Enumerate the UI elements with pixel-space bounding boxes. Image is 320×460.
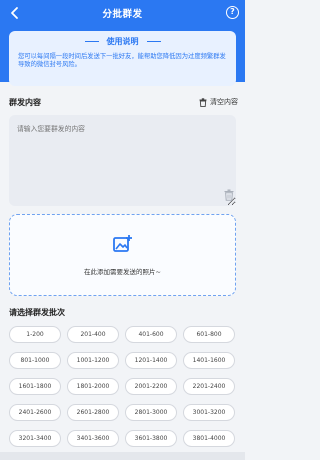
photo-upload-area[interactable]: 在此添加需要发送的照片~: [9, 214, 236, 296]
usage-notice-card: 使用说明 您可以每间隔一段时间后发送下一批好友，能帮助您降低因为过度频繁群发导致…: [9, 31, 236, 86]
batch-option-button[interactable]: 2601-2800: [67, 404, 119, 421]
help-question-icon[interactable]: ?: [226, 6, 239, 19]
image-add-icon: [113, 235, 132, 252]
clear-content-label: 清空内容: [210, 98, 238, 106]
clear-content-button[interactable]: 清空内容: [199, 97, 238, 107]
batch-section-label: 请选择群发批次: [9, 308, 65, 317]
notice-title-row: 使用说明: [18, 36, 227, 47]
batch-option-button[interactable]: 2001-2200: [125, 378, 177, 395]
batch-option-button[interactable]: 3401-3600: [67, 430, 119, 447]
batch-option-button[interactable]: 1801-2000: [67, 378, 119, 395]
content-textarea[interactable]: [9, 115, 236, 206]
batch-option-button[interactable]: 201-400: [67, 326, 119, 343]
batch-option-button[interactable]: 3001-3200: [183, 404, 235, 421]
trash-icon: [199, 97, 207, 107]
batch-option-button[interactable]: 601-800: [183, 326, 235, 343]
delete-content-icon[interactable]: [224, 189, 234, 201]
batch-option-button[interactable]: 1001-1200: [67, 352, 119, 369]
batch-option-button[interactable]: 3601-3800: [125, 430, 177, 447]
batch-option-button[interactable]: 801-1000: [9, 352, 61, 369]
content-section-label: 群发内容: [9, 98, 41, 107]
back-chevron-icon[interactable]: [8, 5, 22, 21]
batch-option-button[interactable]: 401-600: [125, 326, 177, 343]
batch-option-button[interactable]: 2401-2600: [9, 404, 61, 421]
batch-option-button[interactable]: 1401-1600: [183, 352, 235, 369]
page-title: 分批群发: [102, 9, 143, 20]
batch-options-grid: 1-200 201-400 401-600 601-800 801-1000 1001-1…: [9, 326, 238, 447]
title-dash-right: [146, 41, 161, 42]
batch-option-button[interactable]: 3801-4000: [183, 430, 235, 447]
notice-text: 您可以每间隔一段时间后发送下一批好友，能帮助您降低因为过度频繁群发导致的微信封号…: [18, 53, 226, 69]
batch-option-button[interactable]: 3201-3400: [9, 430, 61, 447]
title-dash-left: [84, 41, 99, 42]
batch-option-button[interactable]: 1201-1400: [125, 352, 177, 369]
notice-title: 使用说明: [106, 37, 139, 46]
bottom-bar: [0, 452, 245, 460]
upload-hint-text: 在此添加需要发送的照片~: [84, 268, 161, 276]
header-bar: 分批群发 ?: [0, 0, 245, 26]
batch-option-button[interactable]: 1601-1800: [9, 378, 61, 395]
batch-option-button[interactable]: 1-200: [9, 326, 61, 343]
batch-option-button[interactable]: 2801-3000: [125, 404, 177, 421]
batch-option-button[interactable]: 2201-2400: [183, 378, 235, 395]
